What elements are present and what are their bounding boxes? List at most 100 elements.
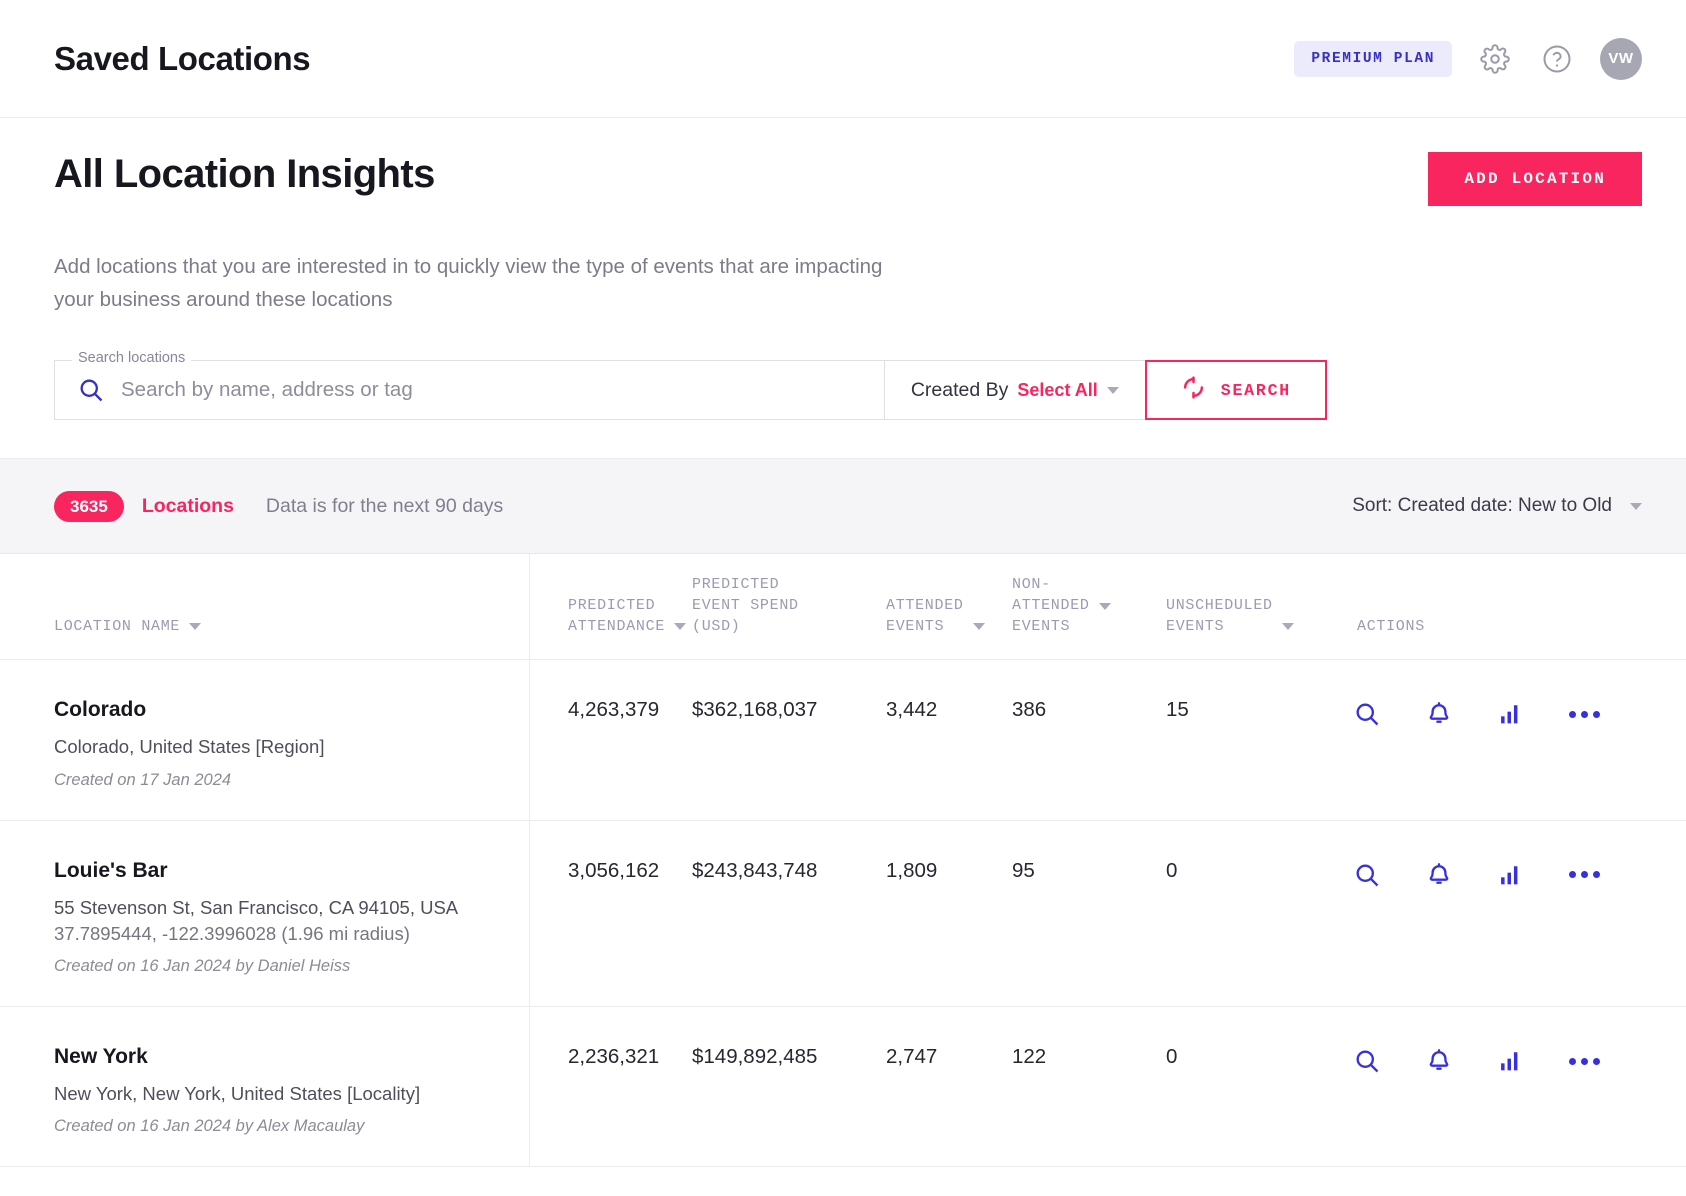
search-button[interactable]: SEARCH — [1145, 360, 1327, 420]
search-icon — [77, 376, 105, 404]
location-created-info: Created on 16 Jan 2024 by Daniel Heiss — [54, 957, 529, 976]
column-header-label: ATTENDED EVENTS — [886, 595, 964, 638]
unscheduled-events-value: 0 — [1160, 821, 1335, 1007]
saved-locations-page: Saved Locations PREMIUM PLAN VW All Lo — [0, 0, 1686, 1196]
app-title: Saved Locations — [54, 40, 310, 78]
more-options-icon[interactable] — [1569, 711, 1600, 718]
predicted-event-spend-value: $149,892,485 — [692, 1007, 872, 1166]
sort-control[interactable]: Sort: Created date: New to Old — [1352, 495, 1642, 517]
search-button-label: SEARCH — [1221, 381, 1291, 400]
predicted-attendance-value: 3,056,162 — [530, 821, 692, 1007]
created-by-value: Select All — [1017, 380, 1097, 401]
locations-label: Locations — [142, 495, 234, 518]
row-actions — [1353, 698, 1686, 728]
bar-chart-icon[interactable] — [1497, 861, 1525, 889]
top-bar-actions: PREMIUM PLAN VW — [1294, 38, 1642, 80]
location-name-cell: Louie's Bar 55 Stevenson St, San Francis… — [0, 821, 530, 1007]
location-created-info: Created on 17 Jan 2024 — [54, 771, 529, 790]
table-row[interactable]: Louie's Bar 55 Stevenson St, San Francis… — [0, 821, 1686, 1008]
column-header-location-name[interactable]: LOCATION NAME — [0, 554, 530, 659]
plan-badge[interactable]: PREMIUM PLAN — [1294, 41, 1452, 77]
sort-label: Sort: Created date: New to Old — [1352, 495, 1612, 517]
bell-icon[interactable] — [1425, 1047, 1453, 1075]
bell-icon[interactable] — [1425, 861, 1453, 889]
bar-chart-icon[interactable] — [1497, 1047, 1525, 1075]
table-header-row: LOCATION NAME PREDICTED ATTENDANCE PREDI… — [0, 554, 1686, 660]
sort-arrow-icon[interactable] — [674, 623, 686, 630]
results-summary: 3635 Locations Data is for the next 90 d… — [54, 491, 503, 522]
refresh-icon — [1181, 375, 1206, 405]
header-section: All Location Insights ADD LOCATION Add l… — [0, 118, 1686, 420]
location-count-badge: 3635 — [54, 491, 124, 522]
column-header-label: NON- ATTENDED EVENTS — [1012, 574, 1090, 638]
unscheduled-events-value: 0 — [1160, 1007, 1335, 1166]
non-attended-events-value: 386 — [1012, 660, 1160, 819]
bar-chart-icon[interactable] — [1497, 700, 1525, 728]
header-row: All Location Insights ADD LOCATION — [54, 152, 1642, 206]
question-circle-icon[interactable] — [1538, 40, 1576, 78]
table-row[interactable]: Colorado Colorado, United States [Region… — [0, 660, 1686, 820]
row-actions-cell — [1335, 1007, 1686, 1166]
search-icon[interactable] — [1353, 861, 1381, 889]
sort-arrow-icon[interactable] — [1099, 603, 1111, 610]
add-location-button[interactable]: ADD LOCATION — [1428, 152, 1642, 206]
more-options-icon[interactable] — [1569, 1058, 1600, 1065]
sort-arrow-icon[interactable] — [1282, 623, 1294, 630]
bell-icon[interactable] — [1425, 700, 1453, 728]
created-by-filter[interactable]: Created By Select All — [884, 360, 1145, 420]
created-by-label: Created By — [911, 379, 1009, 402]
search-field-legend: Search locations — [72, 351, 191, 366]
row-actions-cell — [1335, 660, 1686, 819]
predicted-attendance-value: 4,263,379 — [530, 660, 692, 819]
more-options-icon[interactable] — [1569, 871, 1600, 878]
location-name: New York — [54, 1045, 529, 1069]
column-header-attended-events[interactable]: ATTENDED EVENTS — [872, 554, 1012, 659]
column-header-label: ACTIONS — [1357, 616, 1425, 637]
sort-arrow-icon[interactable] — [189, 623, 201, 630]
chevron-down-icon — [1630, 503, 1642, 510]
location-address: New York, New York, United States [Local… — [54, 1081, 529, 1107]
column-header-label: LOCATION NAME — [54, 616, 180, 637]
attended-events-value: 2,747 — [872, 1007, 1012, 1166]
row-actions — [1353, 859, 1686, 889]
search-icon[interactable] — [1353, 1047, 1381, 1075]
column-header-unscheduled-events[interactable]: UNSCHEDULED EVENTS — [1160, 554, 1335, 659]
column-header-actions: ACTIONS — [1335, 554, 1686, 659]
page-subtitle: Add locations that you are interested in… — [54, 250, 914, 316]
page-title: All Location Insights — [54, 152, 435, 196]
search-icon[interactable] — [1353, 700, 1381, 728]
column-header-non-attended-events[interactable]: NON- ATTENDED EVENTS — [1012, 554, 1160, 659]
location-coordinates: 37.7895444, -122.3996028 (1.96 mi radius… — [54, 921, 529, 947]
column-header-label: PREDICTED ATTENDANCE — [568, 595, 665, 638]
table-body: Colorado Colorado, United States [Region… — [0, 660, 1686, 1167]
location-address: Colorado, United States [Region] — [54, 734, 529, 760]
predicted-event-spend-value: $362,168,037 — [692, 660, 872, 819]
attended-events-value: 1,809 — [872, 821, 1012, 1007]
data-range-note: Data is for the next 90 days — [266, 495, 503, 518]
search-field[interactable]: Search locations — [54, 360, 884, 420]
avatar[interactable]: VW — [1600, 38, 1642, 80]
location-name: Colorado — [54, 698, 529, 722]
predicted-attendance-value: 2,236,321 — [530, 1007, 692, 1166]
predicted-event-spend-value: $243,843,748 — [692, 821, 872, 1007]
gear-icon[interactable] — [1476, 40, 1514, 78]
row-actions-cell — [1335, 821, 1686, 1007]
column-header-label: UNSCHEDULED EVENTS — [1166, 595, 1273, 638]
attended-events-value: 3,442 — [872, 660, 1012, 819]
location-name-cell: Colorado Colorado, United States [Region… — [0, 660, 530, 819]
location-name-cell: New York New York, New York, United Stat… — [0, 1007, 530, 1166]
non-attended-events-value: 95 — [1012, 821, 1160, 1007]
search-input[interactable] — [121, 378, 884, 402]
column-header-predicted-event-spend[interactable]: PREDICTED EVENT SPEND (USD) — [692, 554, 872, 659]
location-name: Louie's Bar — [54, 859, 529, 883]
search-row: Search locations Created By Select All — [54, 360, 1327, 420]
table-row[interactable]: New York New York, New York, United Stat… — [0, 1007, 1686, 1167]
non-attended-events-value: 122 — [1012, 1007, 1160, 1166]
row-actions — [1353, 1045, 1686, 1075]
locations-table: LOCATION NAME PREDICTED ATTENDANCE PREDI… — [0, 554, 1686, 1167]
location-created-info: Created on 16 Jan 2024 by Alex Macaulay — [54, 1117, 529, 1136]
top-bar: Saved Locations PREMIUM PLAN VW — [0, 0, 1686, 118]
chevron-down-icon — [1107, 387, 1119, 394]
column-header-predicted-attendance[interactable]: PREDICTED ATTENDANCE — [530, 554, 692, 659]
sort-arrow-icon[interactable] — [973, 623, 985, 630]
